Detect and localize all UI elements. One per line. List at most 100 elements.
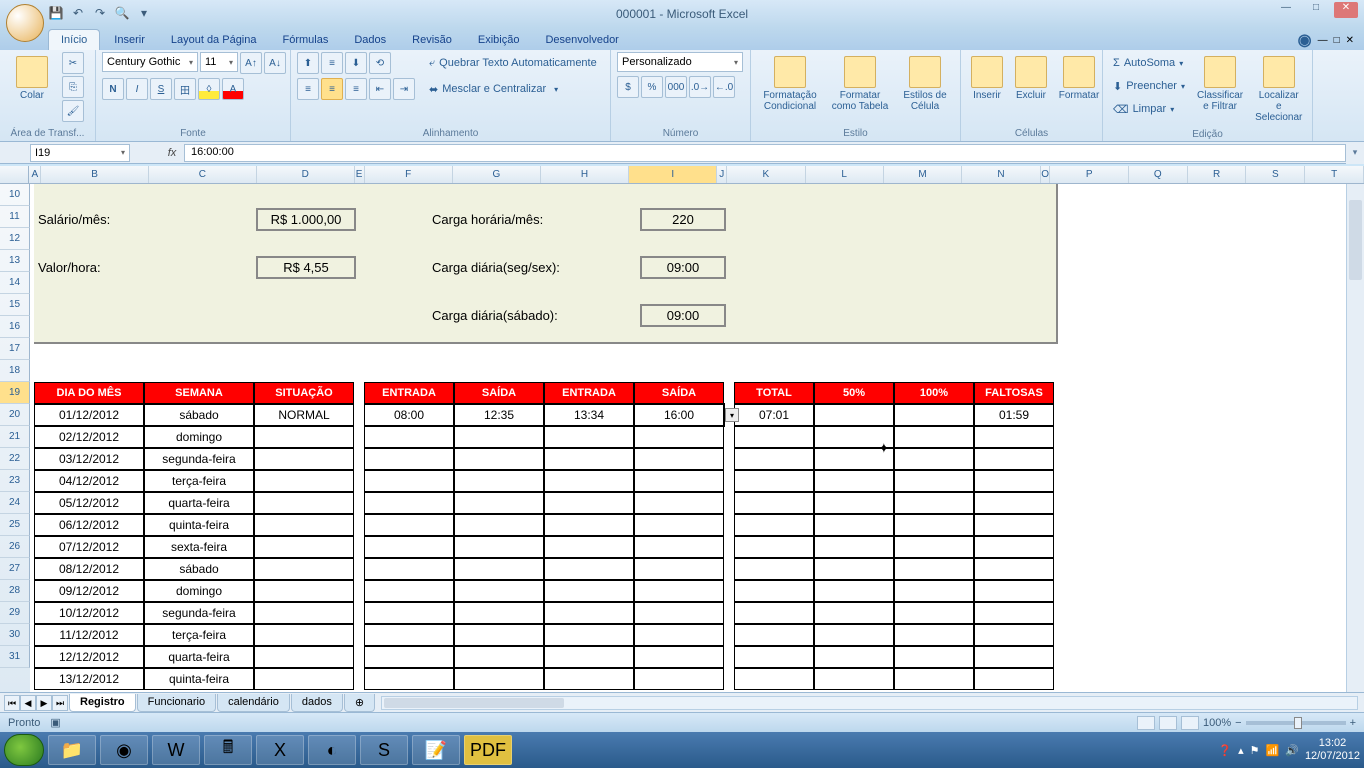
table-cell[interactable]	[634, 624, 724, 646]
table-cell[interactable]	[364, 448, 454, 470]
timesheet-table[interactable]: DIA DO MÊSSEMANASITUAÇÃOENTRADASAÍDAENTR…	[34, 382, 1054, 690]
table-cell[interactable]	[454, 668, 544, 690]
table-cell[interactable]	[364, 580, 454, 602]
flag-icon[interactable]: ⚑	[1250, 744, 1260, 757]
table-cell[interactable]	[364, 426, 454, 448]
table-cell[interactable]	[454, 492, 544, 514]
table-cell[interactable]	[894, 536, 974, 558]
table-cell[interactable]: 16:00▾	[634, 404, 724, 426]
minimize-ribbon-icon[interactable]: —	[1318, 35, 1328, 46]
table-header[interactable]: ENTRADA	[544, 382, 634, 404]
table-cell[interactable]	[634, 558, 724, 580]
salario-value[interactable]: R$ 1.000,00	[256, 208, 356, 231]
table-cell[interactable]	[454, 602, 544, 624]
column-header-A[interactable]: A	[29, 166, 41, 183]
macro-record-icon[interactable]: ▣	[50, 716, 60, 729]
zoom-in-button[interactable]: +	[1350, 717, 1356, 729]
close-button[interactable]: ✕	[1334, 2, 1358, 18]
bold-button[interactable]: N	[102, 78, 124, 100]
table-cell[interactable]	[544, 492, 634, 514]
table-cell[interactable]	[544, 646, 634, 668]
table-cell[interactable]	[454, 448, 544, 470]
table-cell[interactable]	[974, 470, 1054, 492]
table-cell[interactable]	[364, 492, 454, 514]
table-cell[interactable]	[364, 624, 454, 646]
format-painter-button[interactable]: 🖌	[62, 100, 84, 122]
valor-value[interactable]: R$ 4,55	[256, 256, 356, 279]
table-cell[interactable]: 04/12/2012	[34, 470, 144, 492]
carga-seg-value[interactable]: 09:00	[640, 256, 726, 279]
table-cell[interactable]	[814, 624, 894, 646]
column-header-Q[interactable]: Q	[1129, 166, 1188, 183]
prev-sheet-button[interactable]: ◀	[20, 695, 36, 711]
table-cell[interactable]: quinta-feira	[144, 514, 254, 536]
paste-button[interactable]: Colar	[6, 52, 58, 105]
table-cell[interactable]	[974, 514, 1054, 536]
table-cell[interactable]	[894, 558, 974, 580]
table-cell[interactable]	[634, 646, 724, 668]
row-header-26[interactable]: 26	[0, 536, 30, 558]
table-header[interactable]: SITUAÇÃO	[254, 382, 354, 404]
table-cell[interactable]	[894, 448, 974, 470]
font-family-combo[interactable]: Century Gothic▾	[102, 52, 198, 72]
table-cell[interactable]	[814, 602, 894, 624]
sheet-tab-calendário[interactable]: calendário	[217, 694, 290, 712]
tray-chevron-icon[interactable]: ▴	[1238, 744, 1244, 757]
carga-mes-value[interactable]: 220	[640, 208, 726, 231]
column-header-C[interactable]: C	[149, 166, 257, 183]
delete-cells-button[interactable]: Excluir	[1011, 52, 1051, 105]
formula-input[interactable]: 16:00:00	[184, 144, 1346, 162]
column-header-P[interactable]: P	[1050, 166, 1128, 183]
column-header-R[interactable]: R	[1188, 166, 1247, 183]
table-cell[interactable]: 12:35	[454, 404, 544, 426]
column-header-B[interactable]: B	[41, 166, 149, 183]
taskbar-word[interactable]: W	[152, 735, 200, 765]
cut-button[interactable]: ✂	[62, 52, 84, 74]
row-header-15[interactable]: 15	[0, 294, 30, 316]
table-cell[interactable]: sábado	[144, 558, 254, 580]
table-cell[interactable]	[734, 470, 814, 492]
column-header-I[interactable]: I	[629, 166, 717, 183]
table-cell[interactable]	[734, 448, 814, 470]
table-cell[interactable]	[974, 602, 1054, 624]
table-cell[interactable]	[814, 426, 894, 448]
taskbar-skype[interactable]: S	[360, 735, 408, 765]
expand-formula-bar[interactable]: ▾	[1346, 142, 1364, 164]
restore-window-icon[interactable]: □	[1334, 35, 1340, 46]
table-cell[interactable]	[254, 536, 354, 558]
table-cell[interactable]	[544, 536, 634, 558]
taskbar-excel[interactable]: X	[256, 735, 304, 765]
column-header-T[interactable]: T	[1305, 166, 1364, 183]
print-preview-icon[interactable]: 🔍	[114, 6, 130, 22]
table-cell[interactable]	[734, 602, 814, 624]
table-cell[interactable]	[364, 668, 454, 690]
table-cell[interactable]	[734, 558, 814, 580]
merge-center-button[interactable]: ⬌Mesclar e Centralizar▾	[425, 78, 601, 100]
qat-more-icon[interactable]: ▾	[136, 6, 152, 22]
cell-dropdown-icon[interactable]: ▾	[725, 408, 739, 422]
help-icon[interactable]: ◉	[1298, 30, 1312, 50]
table-cell[interactable]	[364, 470, 454, 492]
increase-indent-button[interactable]: ⇥	[393, 78, 415, 100]
table-cell[interactable]: 10/12/2012	[34, 602, 144, 624]
table-cell[interactable]	[634, 470, 724, 492]
help-tray-icon[interactable]: ❓	[1218, 744, 1232, 757]
table-cell[interactable]	[254, 558, 354, 580]
table-cell[interactable]	[254, 470, 354, 492]
table-cell[interactable]	[974, 536, 1054, 558]
start-button[interactable]	[4, 734, 44, 766]
table-cell[interactable]	[254, 580, 354, 602]
table-cell[interactable]: 08:00	[364, 404, 454, 426]
table-cell[interactable]: 05/12/2012	[34, 492, 144, 514]
table-cell[interactable]	[974, 558, 1054, 580]
redo-icon[interactable]: ↷	[92, 6, 108, 22]
table-cell[interactable]	[634, 492, 724, 514]
table-header[interactable]: SAÍDA	[454, 382, 544, 404]
tab-dados[interactable]: Dados	[342, 30, 398, 50]
table-cell[interactable]: 13:34	[544, 404, 634, 426]
table-cell[interactable]	[734, 646, 814, 668]
table-cell[interactable]	[254, 492, 354, 514]
table-cell[interactable]: terça-feira	[144, 624, 254, 646]
currency-button[interactable]: $	[617, 76, 639, 98]
row-header-17[interactable]: 17	[0, 338, 30, 360]
